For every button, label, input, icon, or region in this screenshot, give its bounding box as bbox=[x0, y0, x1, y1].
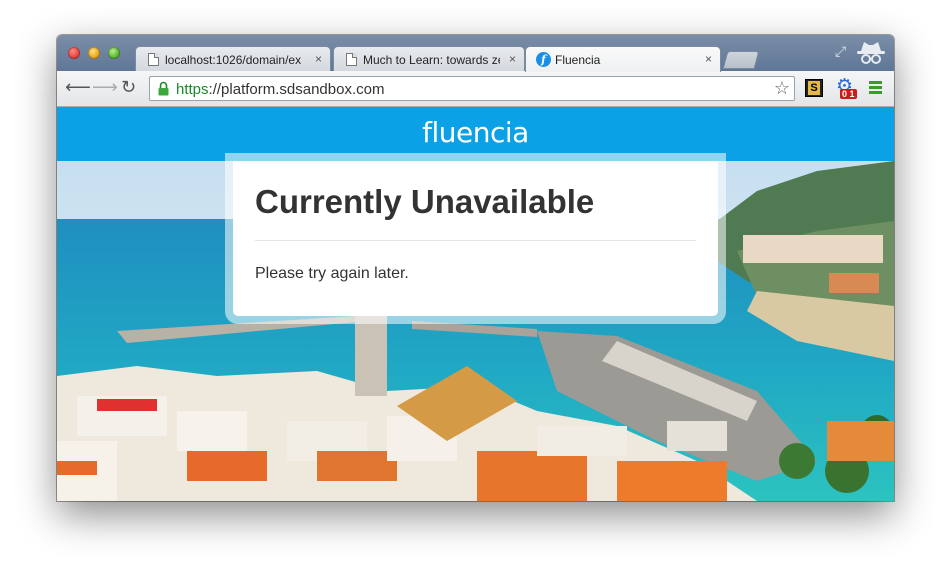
extension-gear-icon[interactable]: ⚙ 0 1 bbox=[836, 77, 858, 99]
incognito-icon bbox=[857, 42, 885, 64]
divider bbox=[255, 240, 696, 241]
extension-badge: 0 1 bbox=[840, 89, 857, 99]
new-tab-button[interactable] bbox=[722, 51, 760, 69]
fluencia-f-icon: f bbox=[536, 52, 551, 67]
close-icon[interactable]: × bbox=[509, 52, 516, 66]
page-viewport: fluencia Currently Unavailable Please tr… bbox=[57, 107, 894, 501]
tab-title: localhost:1026/domain/ex bbox=[165, 53, 302, 67]
reload-icon[interactable]: ↻ bbox=[121, 77, 136, 97]
fullscreen-icon[interactable]: ⤢ bbox=[835, 43, 846, 60]
extension-s-icon[interactable]: S bbox=[805, 79, 823, 97]
tab-title: Much to Learn: towards ze bbox=[363, 53, 500, 67]
message-text: Please try again later. bbox=[255, 265, 409, 282]
tab-localhost[interactable]: localhost:1026/domain/ex × bbox=[135, 46, 331, 72]
tab-much-to-learn[interactable]: Much to Learn: towards ze × bbox=[333, 46, 525, 72]
url-separator: :// bbox=[208, 81, 222, 98]
forward-icon[interactable]: ⟶ bbox=[92, 77, 118, 97]
page-title: Currently Unavailable bbox=[255, 183, 595, 220]
browser-toolbar: ⟵ ⟶ ↻ https://platform.sdsandbox.com ☆ S… bbox=[57, 71, 894, 107]
lock-icon bbox=[158, 81, 169, 96]
back-icon[interactable]: ⟵ bbox=[65, 77, 91, 97]
tab-title: Fluencia bbox=[555, 53, 601, 67]
site-header: fluencia bbox=[57, 107, 894, 161]
url-scheme: https bbox=[176, 81, 209, 98]
browser-window: localhost:1026/domain/ex × Much to Learn… bbox=[57, 35, 894, 501]
minimize-window-button[interactable] bbox=[88, 47, 100, 59]
document-icon bbox=[346, 53, 357, 66]
url-text: https://platform.sdsandbox.com bbox=[176, 81, 384, 98]
bookmark-star-icon[interactable]: ☆ bbox=[774, 78, 790, 99]
unavailable-card: Currently Unavailable Please try again l… bbox=[233, 161, 718, 316]
tab-strip: localhost:1026/domain/ex × Much to Learn… bbox=[57, 35, 894, 72]
close-window-button[interactable] bbox=[68, 47, 80, 59]
url-host: platform.sdsandbox.com bbox=[221, 81, 385, 98]
fluencia-logo[interactable]: fluencia bbox=[57, 116, 894, 149]
zoom-window-button[interactable] bbox=[108, 47, 120, 59]
menu-icon[interactable] bbox=[869, 81, 882, 96]
close-icon[interactable]: × bbox=[315, 52, 322, 66]
close-icon[interactable]: × bbox=[705, 52, 712, 66]
tab-fluencia[interactable]: f Fluencia × bbox=[525, 46, 721, 72]
address-bar[interactable]: https://platform.sdsandbox.com ☆ bbox=[149, 76, 795, 101]
document-icon bbox=[148, 53, 159, 66]
